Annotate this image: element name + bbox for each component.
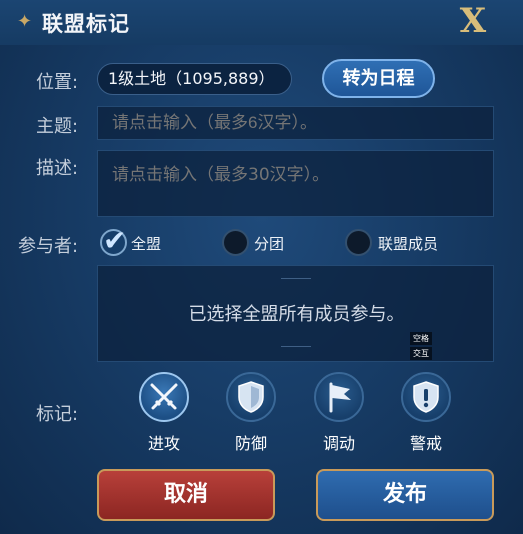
flag-icon	[329, 382, 351, 413]
mark-defense-label: 防御	[234, 434, 267, 453]
close-button[interactable]: X	[454, 2, 492, 40]
crossed-swords-icon	[150, 383, 178, 410]
alert-shield-icon	[413, 381, 439, 413]
mark-attack-label: 进攻	[147, 434, 180, 453]
dialog-title: 联盟标记	[42, 12, 130, 36]
mark-defense-button[interactable]	[226, 372, 276, 422]
participant-radio-sub-group[interactable]	[222, 229, 249, 256]
subject-input[interactable]	[97, 106, 494, 140]
ornament-top	[281, 278, 311, 289]
mark-move-label: 调动	[322, 434, 355, 453]
marks-label: 标记:	[36, 404, 79, 425]
participant-radio-all-alliance[interactable]: ✔	[100, 224, 127, 257]
description-input[interactable]	[97, 150, 494, 217]
mark-alert-label: 警戒	[409, 434, 442, 453]
title-bar: ✦ 联盟标记 X	[0, 0, 523, 45]
mark-alert-button[interactable]	[401, 372, 451, 422]
publish-button[interactable]: 发布	[316, 469, 494, 521]
tooltip-interact: 交互	[410, 347, 432, 360]
mark-attack-button[interactable]	[139, 372, 189, 422]
checkmark-icon: ✔	[103, 224, 127, 257]
alliance-mark-dialog: ✦ 联盟标记 X 位置: 1级土地（1095,889） 转为日程 主题: 描述:…	[0, 0, 523, 534]
participant-radio-alliance-members[interactable]	[345, 229, 372, 256]
star-icon: ✦	[17, 11, 33, 32]
tooltip-space: 空格	[410, 332, 432, 345]
location-value: 1级土地（1095,889）	[97, 63, 292, 95]
ornament-bottom	[281, 346, 311, 357]
subject-label: 主题:	[36, 116, 79, 137]
shield-icon	[238, 381, 264, 413]
participant-option-sub-group[interactable]: 分团	[254, 233, 284, 254]
participant-option-all-alliance[interactable]: 全盟	[131, 233, 161, 254]
participants-info-box: 已选择全盟所有成员参与。	[97, 265, 494, 362]
convert-to-schedule-button[interactable]: 转为日程	[322, 59, 435, 98]
cancel-button[interactable]: 取消	[97, 469, 275, 521]
mark-move-button[interactable]	[314, 372, 364, 422]
participants-label: 参与者:	[18, 236, 79, 257]
description-label: 描述:	[36, 158, 79, 179]
participant-option-alliance-members[interactable]: 联盟成员	[378, 233, 438, 254]
participants-info-text: 已选择全盟所有成员参与。	[188, 304, 405, 325]
location-label: 位置:	[36, 72, 79, 93]
